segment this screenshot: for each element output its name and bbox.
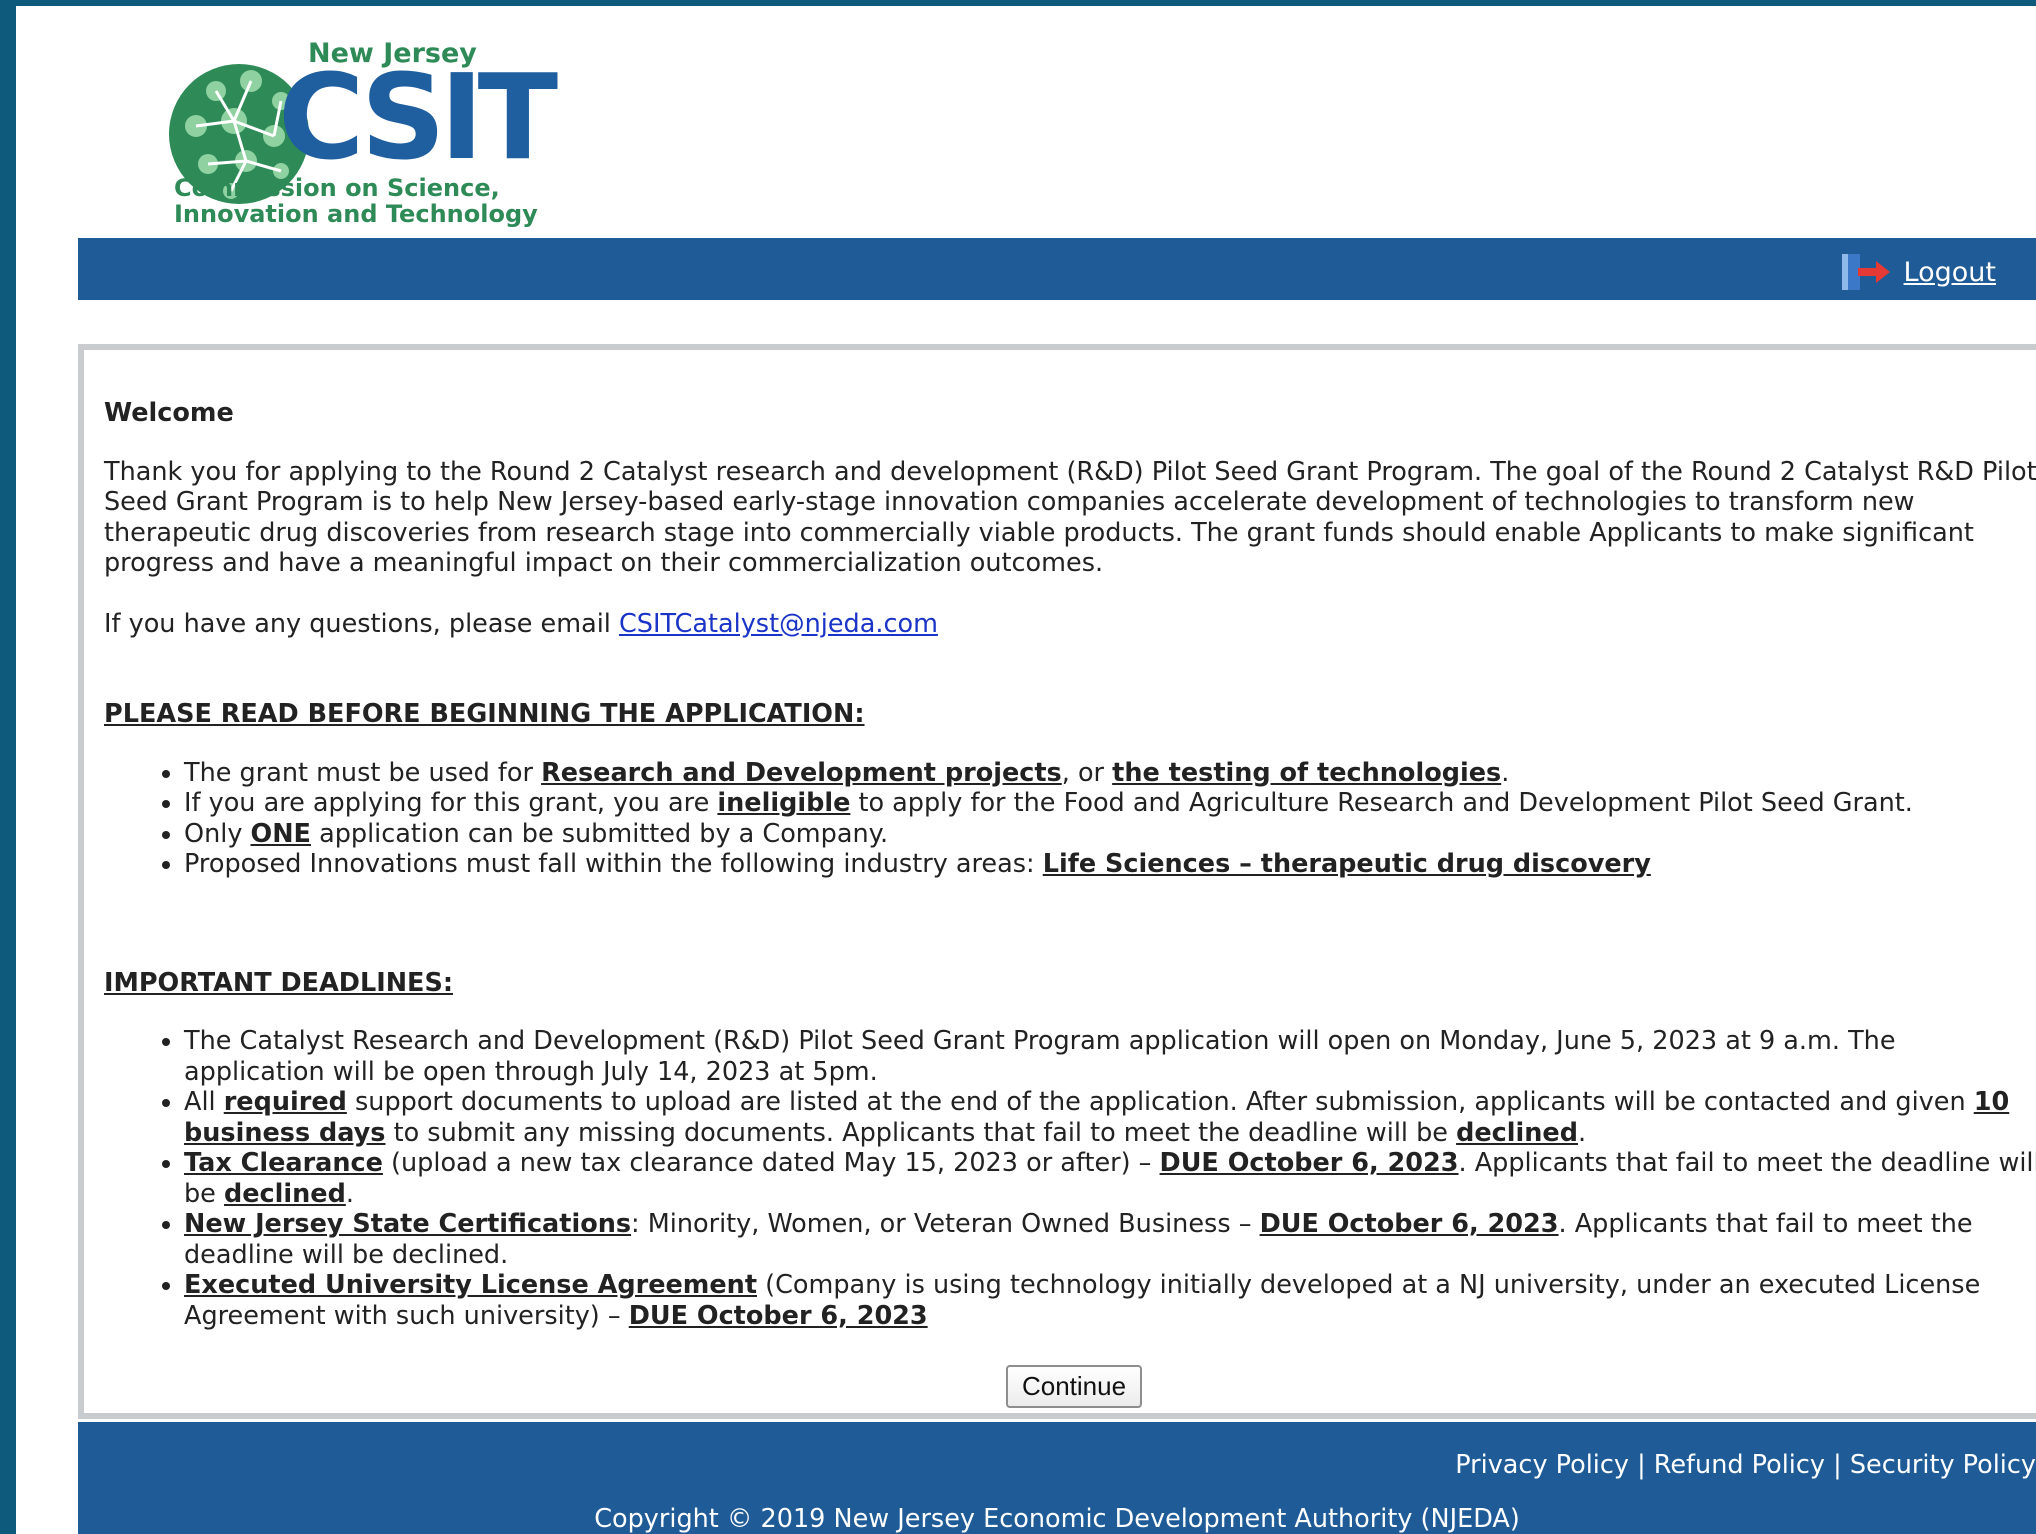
list-item: Only ONE application can be submitted by… bbox=[184, 819, 2036, 850]
privacy-policy-link[interactable]: Privacy Policy bbox=[1455, 1450, 1629, 1480]
refund-policy-link[interactable]: Refund Policy bbox=[1654, 1450, 1825, 1480]
welcome-panel: Welcome Thank you for applying to the Ro… bbox=[78, 344, 2036, 1419]
list-item: Tax Clearance (upload a new tax clearanc… bbox=[184, 1148, 2036, 1209]
svg-text:CSIT: CSIT bbox=[278, 48, 558, 186]
read-before-list: The grant must be used for Research and … bbox=[104, 758, 2036, 880]
page: New Jersey CSIT Commission on Science, I… bbox=[16, 6, 2036, 1534]
separator: | bbox=[1825, 1450, 1850, 1480]
security-policy-link[interactable]: Security Policy bbox=[1850, 1450, 2036, 1480]
list-item: The grant must be used for Research and … bbox=[184, 758, 2036, 789]
copyright: Copyright © 2019 New Jersey Economic Dev… bbox=[594, 1504, 1520, 1534]
questions-prefix: If you have any questions, please email bbox=[104, 608, 619, 639]
logout-arrow-icon bbox=[1841, 254, 1890, 290]
continue-button[interactable]: Continue bbox=[1005, 1365, 1143, 1408]
deadlines-heading: IMPORTANT DEADLINES: bbox=[104, 967, 454, 998]
csit-logo: New Jersey CSIT Commission on Science, I… bbox=[169, 38, 564, 228]
logout-link[interactable]: Logout bbox=[1836, 252, 1996, 292]
list-item: All required support documents to upload… bbox=[184, 1087, 2036, 1148]
svg-text:Innovation and Technology: Innovation and Technology bbox=[174, 200, 538, 228]
questions-line: If you have any questions, please email … bbox=[104, 609, 2036, 640]
separator: | bbox=[1628, 1450, 1654, 1480]
logout-label[interactable]: Logout bbox=[1904, 257, 1996, 288]
email-link[interactable]: CSITCatalyst@njeda.com bbox=[619, 609, 938, 639]
list-item: The Catalyst Research and Development (R… bbox=[184, 1026, 2036, 1087]
button-row: Continue bbox=[104, 1365, 2036, 1408]
read-before-heading: PLEASE READ BEFORE BEGINNING THE APPLICA… bbox=[104, 699, 865, 729]
list-item: If you are applying for this grant, you … bbox=[184, 788, 2036, 819]
svg-text:Commission on Science,: Commission on Science, bbox=[174, 174, 500, 202]
deadlines-list: The Catalyst Research and Development (R… bbox=[104, 1026, 2036, 1331]
list-item: Proposed Innovations must fall within th… bbox=[184, 849, 2036, 880]
footer: Privacy Policy | Refund Policy | Securit… bbox=[78, 1422, 2036, 1534]
header-bar: Logout bbox=[78, 238, 2036, 300]
intro-paragraph: Thank you for applying to the Round 2 Ca… bbox=[104, 456, 2036, 579]
policy-links: Privacy Policy | Refund Policy | Securit… bbox=[1455, 1450, 2036, 1480]
list-item: Executed University License Agreement (C… bbox=[184, 1270, 2036, 1331]
welcome-title: Welcome bbox=[104, 398, 234, 428]
list-item: New Jersey State Certifications: Minorit… bbox=[184, 1209, 2036, 1270]
